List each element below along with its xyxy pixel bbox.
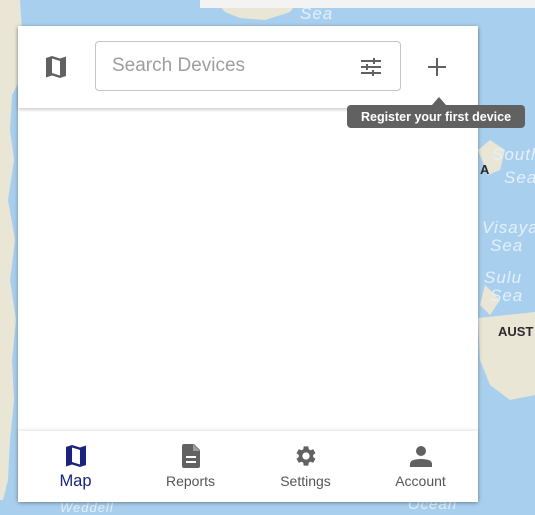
map-label-china: A [480, 162, 490, 177]
search-input[interactable] [112, 42, 342, 90]
map-label-visayan-sea: Visaya [482, 218, 535, 237]
map-toggle-button[interactable] [42, 53, 70, 81]
map-icon [65, 445, 86, 467]
nav-item-settings[interactable]: Settings [248, 431, 363, 502]
document-icon [181, 444, 200, 468]
map-label-sea-top: Sea [300, 4, 334, 23]
map-icon [46, 56, 66, 78]
map-label-sulu-sea-2: Sea [490, 286, 524, 305]
search-box [95, 41, 401, 91]
plus-icon [428, 58, 446, 76]
toolbar [18, 26, 478, 108]
nav-label-settings: Settings [280, 473, 331, 489]
nav-icon-wrap [181, 443, 200, 469]
nav-label-map: Map [59, 472, 92, 490]
map-label-sulu-sea: Sulu [484, 268, 523, 287]
gear-icon [296, 446, 315, 466]
map-label-south-china-sea-2: Sea [504, 168, 535, 187]
add-device-button[interactable] [422, 52, 452, 82]
nav-icon-wrap [409, 443, 432, 469]
map-label-weddell: Weddell [60, 500, 114, 515]
device-panel: Map Reports Settings [18, 26, 478, 502]
filter-button[interactable] [358, 54, 384, 80]
tune-icon [361, 58, 381, 76]
nav-item-map[interactable]: Map [18, 431, 133, 502]
register-device-tooltip: Register your first device [347, 105, 525, 128]
nav-item-reports[interactable]: Reports [133, 431, 248, 502]
bottom-navigation: Map Reports Settings Account [18, 431, 478, 502]
nav-label-account: Account [395, 473, 446, 489]
tooltip-arrow [432, 97, 446, 105]
nav-item-account[interactable]: Account [363, 431, 478, 502]
nav-icon-wrap [65, 443, 87, 469]
map-label-australia: AUST [498, 324, 534, 339]
nav-icon-wrap [294, 443, 318, 469]
map-label-south-china-sea: South [492, 145, 535, 164]
nav-label-reports: Reports [165, 473, 216, 489]
person-icon [409, 446, 432, 467]
map-label-visayan-sea-2: Sea [490, 236, 524, 255]
